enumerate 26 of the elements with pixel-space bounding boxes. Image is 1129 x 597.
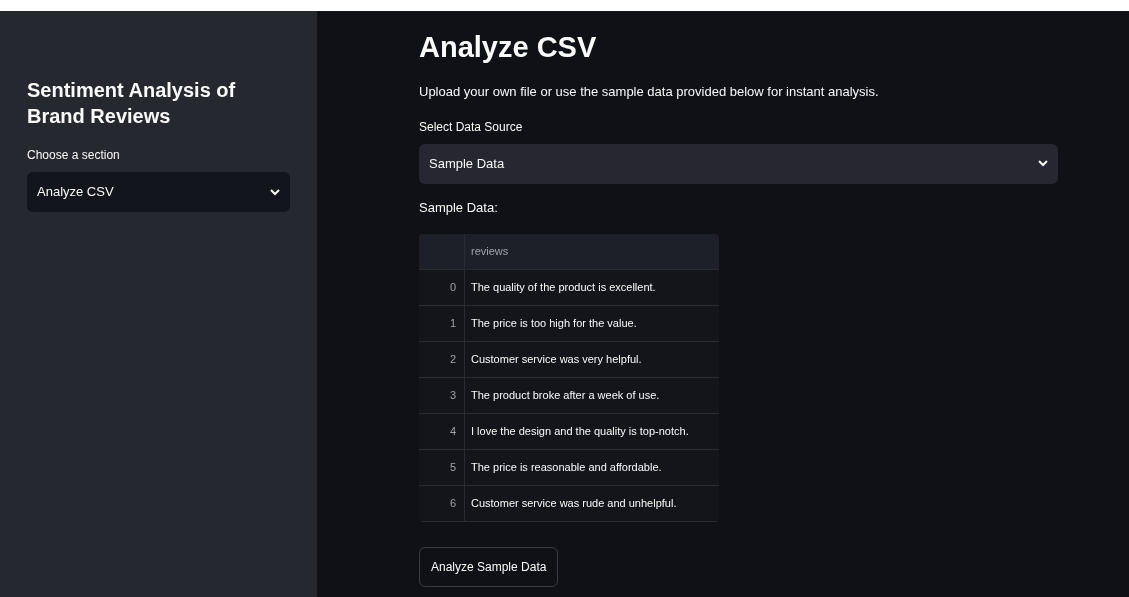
select-label: Choose a section	[27, 147, 121, 164]
table-cell-text: The price is too high for the value.	[471, 316, 637, 332]
row-index: 5	[449, 460, 456, 476]
row-index: 0	[449, 280, 456, 296]
chevron-down-icon	[1038, 160, 1048, 167]
page-title: Analyze CSV	[419, 30, 598, 65]
table-cell-text: The product broke after a week of use.	[471, 388, 660, 404]
row-index: 6	[449, 496, 456, 512]
column-header: reviews	[470, 244, 510, 260]
description: Upload your own file or use the sample data provided below for instant analysis.	[419, 83, 880, 101]
table-cell-text: I love the design and the quality is top-notch.	[471, 424, 689, 440]
table-cell-text: The quality of the product is excellent.	[471, 280, 656, 296]
row-index: 1	[449, 316, 456, 332]
sidebar-title: Sentiment Analysis of Brand Reviews	[27, 78, 237, 129]
data-source-select[interactable]: Sample Data	[419, 143, 1058, 184]
table-cell-text: Customer service was rude and unhelpful.	[471, 496, 677, 512]
table-caption: Sample Data:	[419, 198, 499, 217]
source-label: Select Data Source	[419, 118, 524, 136]
analyze-button[interactable]: Analyze Sample Data	[419, 547, 559, 587]
table-cell-text: Customer service was very helpful.	[471, 352, 642, 368]
row-index: 3	[449, 388, 456, 404]
section-select[interactable]: Analyze CSV	[27, 172, 290, 212]
row-index: 4	[449, 424, 456, 440]
row-index: 2	[449, 352, 456, 368]
chevron-down-icon	[270, 188, 280, 196]
table-cell-text: The price is reasonable and affordable.	[471, 460, 662, 476]
